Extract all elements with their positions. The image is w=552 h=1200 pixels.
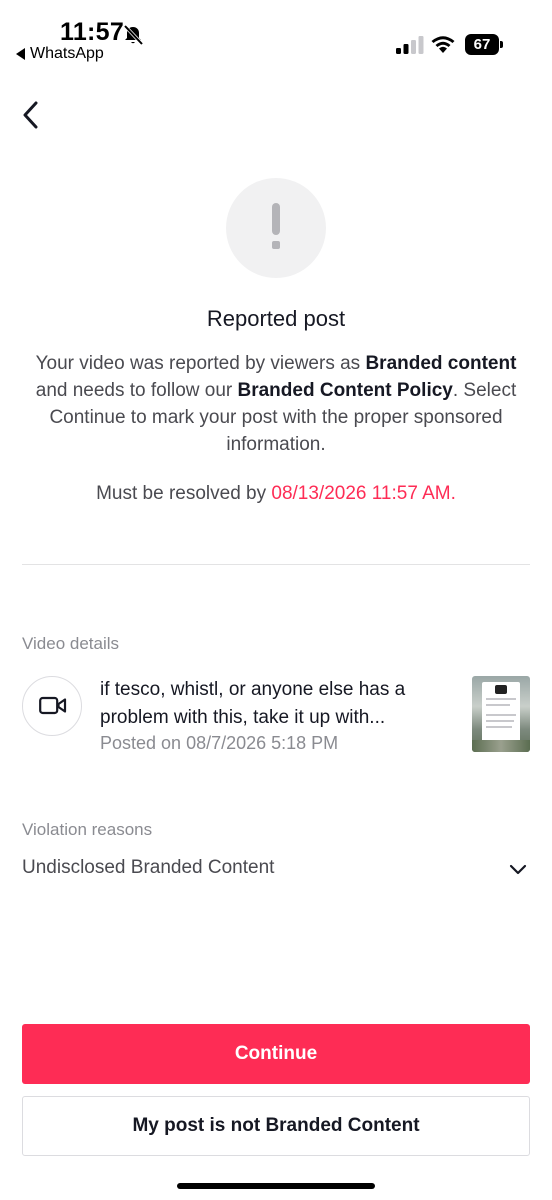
exclamation-bar	[272, 203, 280, 235]
video-title[interactable]: if tesco, whistl, or anyone else has a p…	[100, 676, 460, 732]
video-camera-icon	[22, 676, 82, 736]
thumbnail-line	[486, 720, 514, 722]
thumbnail-line	[486, 704, 510, 706]
battery-tip	[500, 41, 503, 48]
thumbnail-background	[472, 740, 530, 752]
cellular-signal-icon	[396, 36, 424, 54]
desc-text-2: and needs to follow our	[35, 380, 238, 401]
home-indicator[interactable]	[177, 1183, 375, 1189]
divider	[22, 564, 530, 565]
thumbnail-logo	[495, 685, 507, 694]
status-bar: 11:57 WhatsApp 67	[0, 0, 552, 70]
chevron-down-icon[interactable]	[508, 861, 528, 879]
deadline-value: 08/13/2026 11:57 AM.	[271, 483, 456, 504]
resolve-deadline: Must be resolved by 08/13/2026 11:57 AM.	[0, 483, 552, 505]
desc-bold-policy: Branded Content Policy	[237, 380, 453, 401]
desc-text-1: Your video was reported by viewers as	[35, 353, 366, 374]
exclamation-dot	[272, 241, 280, 249]
back-to-app-label: WhatsApp	[30, 45, 104, 62]
bell-muted-icon	[123, 24, 144, 46]
deadline-label: Must be resolved by	[96, 483, 272, 504]
battery-indicator: 67	[465, 34, 503, 55]
chevron-left-icon[interactable]	[18, 98, 46, 132]
status-time: 11:57	[60, 18, 125, 46]
report-description: Your video was reported by viewers as Br…	[30, 350, 522, 458]
thumbnail-line	[486, 726, 512, 728]
violation-reasons-label: Violation reasons	[22, 820, 153, 839]
violation-reason-value[interactable]: Undisclosed Branded Content	[22, 857, 274, 879]
video-posted-date: Posted on 08/7/2026 5:18 PM	[100, 733, 339, 753]
thumbnail-line	[486, 698, 516, 700]
wifi-icon	[431, 36, 455, 53]
exclamation-icon	[226, 178, 326, 278]
video-thumbnail[interactable]	[472, 676, 530, 752]
video-details-label: Video details	[22, 634, 120, 653]
not-branded-content-button[interactable]: My post is not Branded Content	[22, 1096, 530, 1156]
continue-button[interactable]: Continue	[22, 1024, 530, 1084]
back-triangle-icon	[16, 48, 25, 60]
thumbnail-line	[486, 714, 516, 716]
battery-level: 67	[465, 34, 499, 55]
back-to-whatsapp-link[interactable]: WhatsApp	[16, 45, 104, 63]
page-title: Reported post	[206, 306, 346, 331]
desc-bold-branded-content: Branded content	[365, 353, 517, 374]
